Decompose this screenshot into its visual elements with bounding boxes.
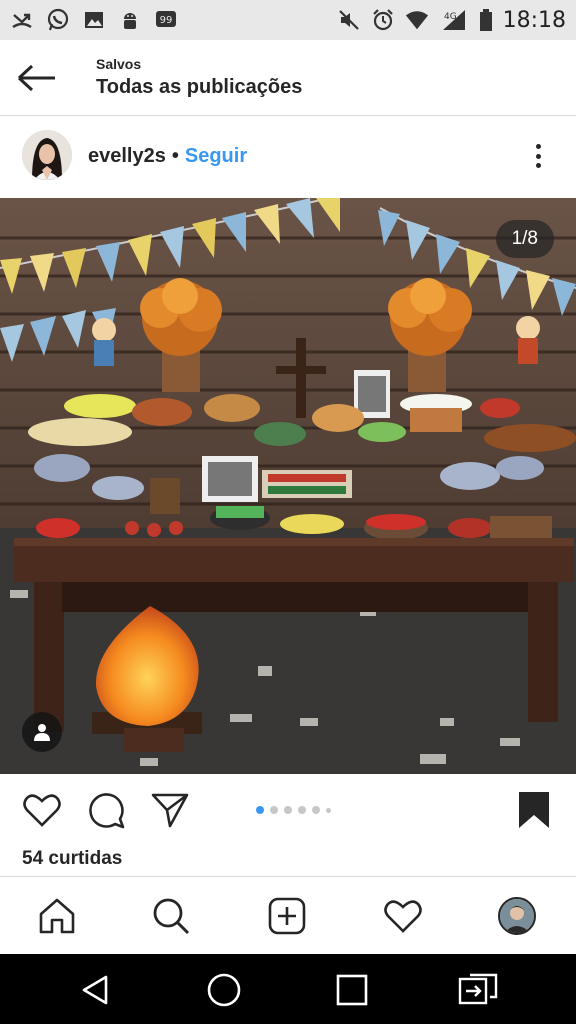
follow-button[interactable]: Seguir [185, 145, 247, 168]
search-icon [153, 898, 190, 935]
post-actions [0, 776, 576, 844]
android-icon [118, 8, 142, 32]
tagged-people-button[interactable] [22, 712, 62, 752]
app-header: Salvos Todas as publicações [0, 40, 576, 116]
mute-icon [337, 8, 361, 32]
party-table-image [0, 198, 576, 774]
carousel-dot [256, 806, 264, 814]
network-label: 4G [444, 12, 457, 22]
activity-icon [384, 900, 422, 933]
page-title: Todas as publicações [96, 76, 303, 98]
carousel-dot [312, 806, 320, 814]
system-home-button[interactable] [204, 970, 244, 1010]
new-post-icon [268, 897, 306, 935]
notification-icons: 99 [10, 8, 178, 32]
back-button[interactable] [14, 58, 60, 98]
more-dot-icon [535, 144, 541, 149]
username-link[interactable]: evelly2s [88, 145, 166, 168]
post-user-line: evelly2s • Seguir [88, 145, 247, 168]
like-button[interactable] [22, 790, 62, 830]
more-options-button[interactable] [526, 140, 550, 172]
bookmark-filled-icon [519, 792, 549, 828]
save-button[interactable] [514, 790, 554, 830]
system-back-button[interactable] [76, 970, 116, 1010]
nav-search[interactable] [150, 895, 192, 937]
screen-mirror-button[interactable] [458, 970, 498, 1010]
status-bar: 99 4G 18:18 [0, 0, 576, 40]
carousel-indicator [256, 806, 331, 814]
home-circle-icon [207, 973, 241, 1007]
comment-button[interactable] [86, 790, 126, 830]
separator: • [171, 145, 179, 167]
nav-new-post[interactable] [266, 895, 308, 937]
nav-profile[interactable] [496, 895, 538, 937]
person-icon [34, 724, 50, 741]
carousel-dot [284, 806, 292, 814]
carousel-dot [270, 806, 278, 814]
comment-icon [89, 793, 125, 829]
share-button[interactable] [150, 790, 190, 830]
whatsapp-icon [46, 8, 70, 32]
clock: 18:18 [502, 7, 566, 33]
system-recents-button[interactable] [332, 970, 372, 1010]
recents-square-icon [336, 974, 368, 1006]
system-icons: 4G 18:18 [337, 8, 566, 33]
header-subtitle: Salvos [96, 56, 142, 72]
nav-activity[interactable] [382, 895, 424, 937]
post-header: evelly2s • Seguir [0, 118, 576, 198]
carousel-dot [326, 807, 331, 813]
carousel-counter: 1/8 [495, 220, 554, 258]
battery-icon [479, 8, 493, 32]
direct-send-icon [151, 793, 189, 828]
svg-text:99: 99 [160, 15, 173, 26]
bottom-navigation [0, 876, 576, 954]
wifi-icon [405, 8, 429, 32]
signal-icon: 4G [439, 8, 469, 32]
missed-call-icon [10, 8, 34, 32]
screen-mirror-icon [458, 973, 498, 1005]
nav-home[interactable] [36, 895, 78, 937]
carousel-dot [298, 806, 306, 814]
profile-avatar [498, 897, 536, 935]
alarm-icon [371, 8, 395, 32]
header-text: Salvos Todas as publicações [96, 56, 302, 99]
home-icon [39, 898, 75, 934]
gallery-icon [82, 8, 106, 32]
more-dot-icon [535, 153, 541, 159]
back-triangle-icon [82, 975, 108, 1005]
system-navigation-bar [0, 954, 576, 1024]
hangouts-icon: 99 [154, 8, 178, 32]
more-dot-icon [535, 163, 541, 168]
likes-count[interactable]: 54 curtidas [22, 848, 122, 870]
user-avatar[interactable] [22, 130, 72, 180]
post-photo[interactable]: 1/8 [0, 198, 576, 774]
back-arrow-icon [17, 64, 55, 92]
heart-icon [23, 794, 61, 827]
